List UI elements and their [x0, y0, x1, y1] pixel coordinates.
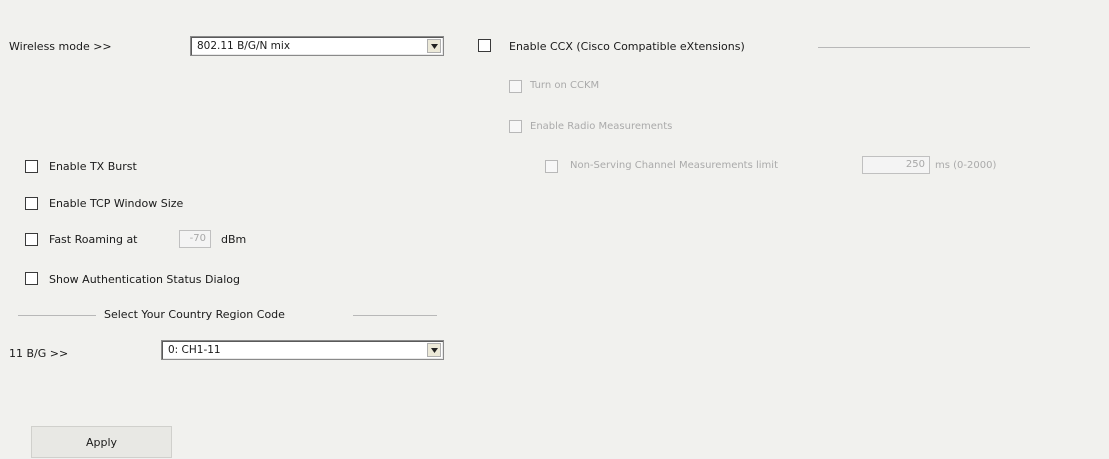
tx-burst-label: Enable TX Burst	[49, 160, 137, 173]
auth-dialog-label: Show Authentication Status Dialog	[49, 273, 241, 286]
region-select[interactable]: 0: CH1-11	[161, 340, 444, 360]
chevron-down-icon[interactable]	[427, 39, 441, 53]
non-serving-unit: ms (0-2000)	[935, 160, 997, 171]
wireless-mode-select[interactable]: 802.11 B/G/N mix	[190, 36, 444, 56]
cckm-label: Turn on CCKM	[530, 80, 600, 91]
region-title: Select Your Country Region Code	[104, 308, 285, 321]
fast-roaming-checkbox[interactable]	[25, 233, 38, 246]
tcp-window-label: Enable TCP Window Size	[49, 197, 184, 210]
wireless-mode-value: 802.11 B/G/N mix	[197, 40, 291, 52]
tx-burst-checkbox[interactable]	[25, 160, 38, 173]
enable-ccx-label: Enable CCX (Cisco Compatible eXtensions)	[509, 40, 745, 53]
fast-roaming-unit: dBm	[221, 233, 247, 246]
radio-measurements-label: Enable Radio Measurements	[530, 121, 673, 132]
non-serving-checkbox[interactable]	[545, 160, 558, 173]
tcp-window-checkbox[interactable]	[25, 197, 38, 210]
region-value: 0: CH1-11	[168, 344, 221, 356]
region-divider-left	[18, 315, 96, 316]
radio-measurements-checkbox[interactable]	[509, 120, 522, 133]
non-serving-limit-field[interactable]: 250	[862, 156, 930, 174]
region-band-label: 11 B/G >>	[9, 347, 69, 360]
apply-button[interactable]: Apply	[31, 426, 172, 458]
chevron-down-icon[interactable]	[427, 343, 441, 357]
settings-panel	[0, 0, 1109, 458]
non-serving-label: Non-Serving Channel Measurements limit	[570, 160, 778, 171]
wireless-mode-label: Wireless mode >>	[9, 40, 112, 53]
fast-roaming-label: Fast Roaming at	[49, 233, 138, 246]
fast-roaming-field[interactable]: -70	[179, 230, 211, 248]
cckm-checkbox[interactable]	[509, 80, 522, 93]
auth-dialog-checkbox[interactable]	[25, 272, 38, 285]
region-divider-right	[353, 315, 437, 316]
enable-ccx-checkbox[interactable]	[478, 39, 491, 52]
ccx-divider	[818, 47, 1030, 48]
